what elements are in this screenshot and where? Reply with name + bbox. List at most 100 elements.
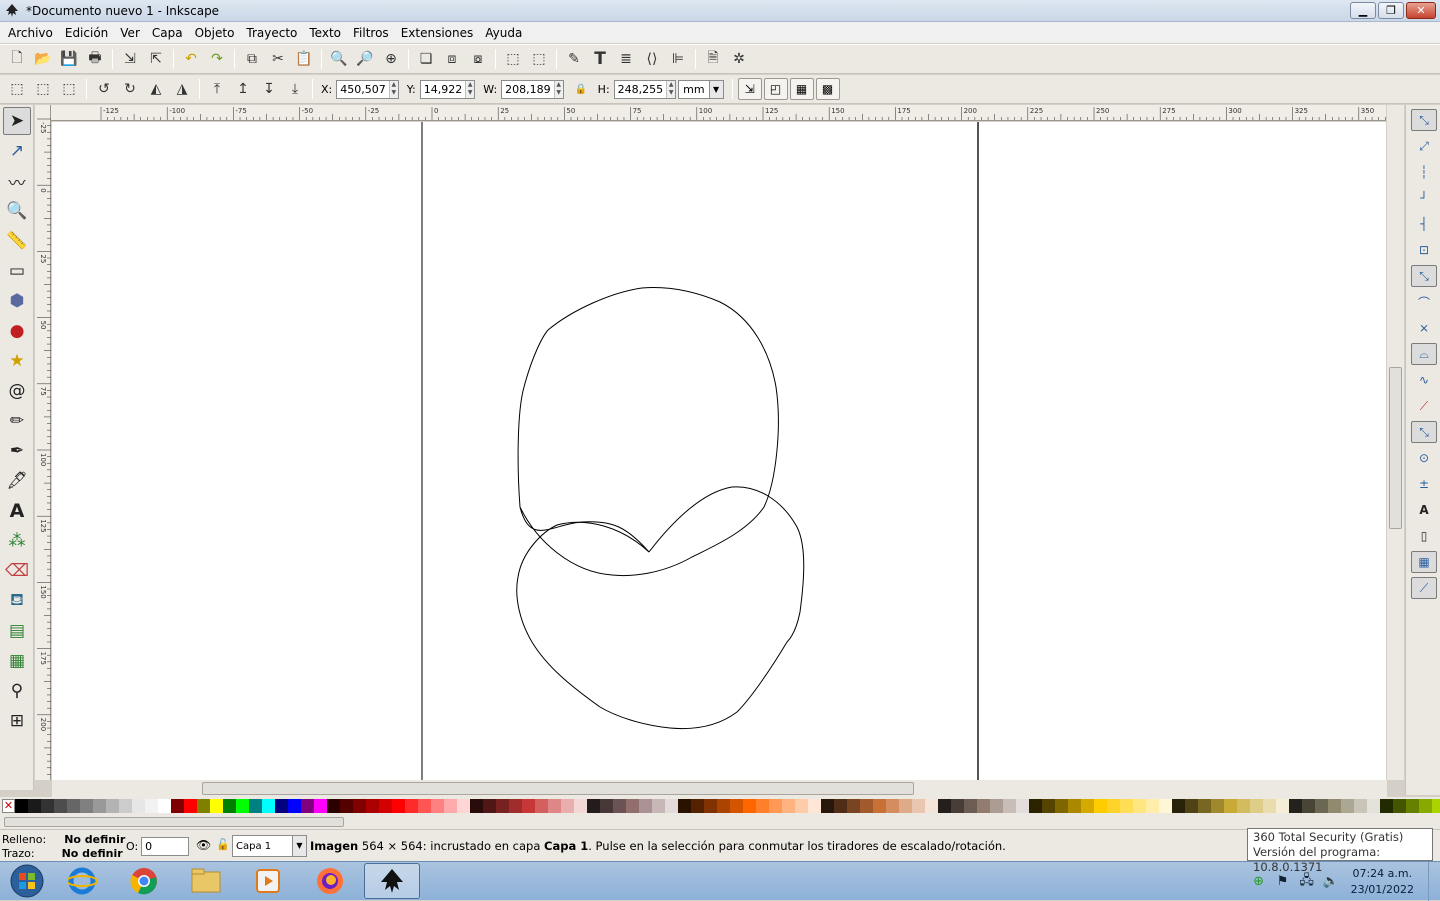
action-center-flag-icon[interactable]: ⚑ <box>1274 873 1292 891</box>
palette-swatch[interactable] <box>613 799 626 813</box>
palette-swatch[interactable] <box>691 799 704 813</box>
text-font-icon[interactable]: T <box>589 48 611 70</box>
palette-scroll-thumb[interactable] <box>4 817 344 827</box>
vertical-scrollbar[interactable] <box>1387 105 1404 780</box>
palette-swatch[interactable] <box>119 799 132 813</box>
menu-texto[interactable]: Texto <box>303 26 347 40</box>
palette-swatch[interactable] <box>756 799 769 813</box>
menu-ayuda[interactable]: Ayuda <box>479 26 528 40</box>
star-tool-icon[interactable]: ★ <box>3 347 31 375</box>
palette-swatch[interactable] <box>1094 799 1107 813</box>
palette-swatch[interactable] <box>106 799 119 813</box>
palette-swatch[interactable] <box>1055 799 1068 813</box>
text-tool-icon[interactable]: A <box>3 497 31 525</box>
raise-to-top-icon[interactable]: ⤒ <box>206 78 228 100</box>
menu-ver[interactable]: Ver <box>114 26 146 40</box>
snap-cusp-nodes-icon[interactable]: ⌓ <box>1411 343 1437 365</box>
palette-swatch[interactable] <box>587 799 600 813</box>
deselect-icon[interactable]: ⬚ <box>58 78 80 100</box>
palette-swatch[interactable] <box>769 799 782 813</box>
palette-swatch[interactable] <box>405 799 418 813</box>
lower-to-bottom-icon[interactable]: ⤓ <box>284 78 306 100</box>
palette-swatch[interactable] <box>1224 799 1237 813</box>
snap-others-icon[interactable]: ⤡ <box>1411 421 1437 443</box>
palette-swatch[interactable] <box>886 799 899 813</box>
palette-scrollbar[interactable] <box>0 815 1440 829</box>
paint-bucket-tool-icon[interactable]: ⛾ <box>3 587 31 615</box>
menu-edicion[interactable]: Edición <box>59 26 114 40</box>
gradient-tool-icon[interactable]: ▤ <box>3 617 31 645</box>
save-icon[interactable]: 💾 <box>58 48 80 70</box>
palette-swatch[interactable] <box>951 799 964 813</box>
palette-swatch[interactable] <box>535 799 548 813</box>
taskbar-media-player[interactable] <box>240 863 296 899</box>
minimize-button[interactable]: ▁ <box>1350 2 1376 19</box>
palette-swatch[interactable] <box>717 799 730 813</box>
w-input[interactable]: 208,189 ▲ ▼ <box>501 79 564 99</box>
palette-swatch[interactable] <box>392 799 405 813</box>
palette-swatch[interactable] <box>28 799 41 813</box>
palette-swatch[interactable] <box>288 799 301 813</box>
duplicate-icon[interactable]: ❏ <box>415 48 437 70</box>
palette-swatch[interactable] <box>353 799 366 813</box>
palette-swatch[interactable] <box>1367 799 1380 813</box>
palette-swatch[interactable] <box>1159 799 1172 813</box>
h-input[interactable]: 248,255 ▲ ▼ <box>613 79 677 99</box>
eraser-tool-icon[interactable]: ⌫ <box>3 557 31 585</box>
layers-icon[interactable]: ≣ <box>615 48 637 70</box>
menu-objeto[interactable]: Objeto <box>189 26 241 40</box>
palette-swatch[interactable] <box>1289 799 1302 813</box>
palette-swatch[interactable] <box>1120 799 1133 813</box>
palette-swatch[interactable] <box>249 799 262 813</box>
close-button[interactable]: ✕ <box>1406 2 1436 19</box>
palette-swatch[interactable] <box>483 799 496 813</box>
palette-swatch[interactable] <box>821 799 834 813</box>
palette-swatch[interactable] <box>1250 799 1263 813</box>
snap-text-baseline-icon[interactable]: A <box>1411 499 1437 521</box>
transform-patterns-toggle[interactable]: ▩ <box>815 78 840 100</box>
palette-swatch[interactable] <box>847 799 860 813</box>
palette-swatch[interactable] <box>197 799 210 813</box>
palette-swatch[interactable] <box>509 799 522 813</box>
palette-swatch[interactable] <box>496 799 509 813</box>
snap-path-icon[interactable]: ⌒ <box>1411 291 1437 313</box>
palette-swatch[interactable] <box>314 799 327 813</box>
print-icon[interactable]: 🖶 <box>84 48 106 70</box>
palette-swatch[interactable] <box>899 799 912 813</box>
snap-path-intersection-icon[interactable]: ⨯ <box>1411 317 1437 339</box>
palette-swatch[interactable] <box>548 799 561 813</box>
palette-swatch[interactable] <box>665 799 678 813</box>
snap-guides-icon[interactable]: ⟋ <box>1411 577 1437 599</box>
h-spin-arrows[interactable]: ▲ ▼ <box>666 80 676 98</box>
palette-swatch[interactable] <box>418 799 431 813</box>
snap-bbox-edge-icon[interactable]: ┆ <box>1411 161 1437 183</box>
rotate-cw-icon[interactable]: ↻ <box>119 78 141 100</box>
spiral-tool-icon[interactable]: @ <box>3 377 31 405</box>
palette-swatch[interactable] <box>639 799 652 813</box>
ellipse-tool-icon[interactable]: ● <box>3 317 31 345</box>
layer-lock-icon[interactable]: 🔓 <box>216 838 230 851</box>
pen-tool-icon[interactable]: ✒ <box>3 437 31 465</box>
palette-swatch[interactable] <box>457 799 470 813</box>
mesh-tool-icon[interactable]: ▦ <box>3 647 31 675</box>
palette-swatch[interactable] <box>470 799 483 813</box>
rotate-ccw-icon[interactable]: ↺ <box>93 78 115 100</box>
palette-swatch[interactable] <box>678 799 691 813</box>
palette-swatch[interactable] <box>145 799 158 813</box>
start-button[interactable] <box>6 863 48 899</box>
taskbar-chrome[interactable] <box>116 863 172 899</box>
menu-filtros[interactable]: Filtros <box>347 26 395 40</box>
palette-swatch[interactable] <box>1029 799 1042 813</box>
taskbar-internet-explorer[interactable] <box>54 863 110 899</box>
calligraphy-tool-icon[interactable]: 🖋 <box>3 467 31 495</box>
w-spin-arrows[interactable]: ▲ ▼ <box>553 80 563 98</box>
snap-bbox-corner-icon[interactable]: ┘ <box>1411 187 1437 209</box>
redo-icon[interactable]: ↷ <box>206 48 228 70</box>
palette-swatch[interactable] <box>704 799 717 813</box>
palette-swatch[interactable] <box>1211 799 1224 813</box>
taskbar-inkscape[interactable] <box>364 863 420 899</box>
y-spin-arrows[interactable]: ▲ ▼ <box>465 80 475 98</box>
open-icon[interactable]: 📂 <box>32 48 54 70</box>
scale-corners-toggle[interactable]: ◰ <box>763 78 788 100</box>
tweak-tool-icon[interactable]: 〰 <box>3 167 31 195</box>
